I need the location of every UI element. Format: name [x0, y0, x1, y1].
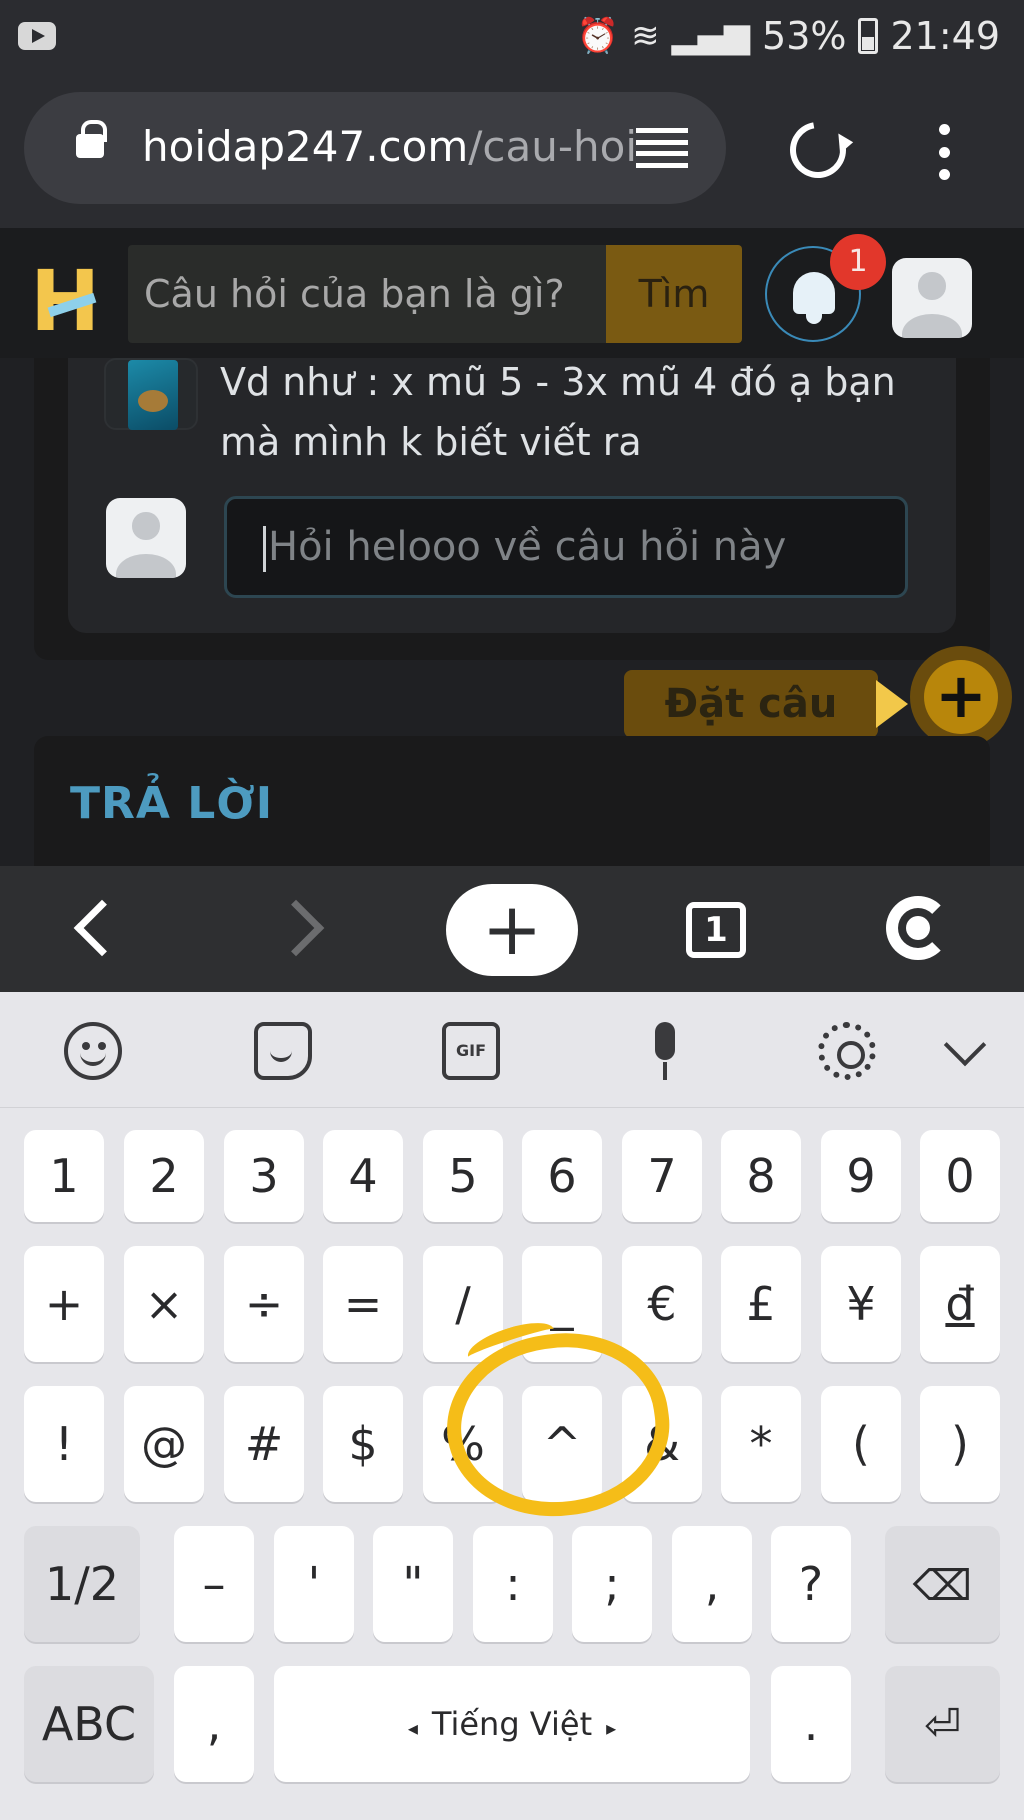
language-left-icon: ◂ [407, 1716, 418, 1740]
signal-icon: ▂▄▆ [671, 16, 751, 56]
keyboard-toolbar: GIF [0, 992, 1024, 1108]
browser-menu-icon[interactable] [886, 896, 956, 962]
comment-input-placeholder: Hỏi helooo về câu hỏi này [268, 524, 787, 570]
browser-bottom-bar: + 1 [0, 866, 1024, 992]
status-right: ⏰ ≋ ▂▄▆ 53% 21:49 [577, 12, 1000, 60]
key-pound[interactable]: £ [721, 1246, 801, 1362]
comma-key[interactable]: , [174, 1666, 254, 1782]
key-exclamation[interactable]: ! [24, 1386, 104, 1502]
key-9[interactable]: 9 [821, 1130, 901, 1222]
emoji-icon[interactable] [64, 1022, 122, 1080]
forward-icon[interactable] [267, 899, 325, 957]
enter-icon: ⏎ [924, 1700, 961, 1751]
key-0[interactable]: 0 [920, 1130, 1000, 1222]
key-dong[interactable]: đ [920, 1246, 1000, 1362]
key-page-toggle[interactable]: 1/2 [24, 1526, 140, 1642]
key-dollar[interactable]: $ [323, 1386, 403, 1502]
notification-badge: 1 [830, 234, 886, 290]
ask-label-arrow [876, 680, 908, 728]
enter-key[interactable]: ⏎ [885, 1666, 1000, 1782]
key-close-paren[interactable]: ) [920, 1386, 1000, 1502]
new-tab-button[interactable]: + [446, 884, 578, 976]
key-question[interactable]: ? [771, 1526, 851, 1642]
person-icon [132, 512, 160, 540]
microphone-icon[interactable] [638, 1022, 696, 1080]
reader-mode-icon[interactable] [636, 128, 688, 168]
key-equals[interactable]: = [323, 1246, 403, 1362]
key-multiply[interactable]: × [124, 1246, 204, 1362]
site-header: H Câu hỏi của bạn là gì? Tìm 1 [0, 228, 1024, 358]
person-icon [918, 272, 946, 300]
comment-text: Vd như : x mũ 5 - 3x mũ 4 đó ạ bạn mà mì… [220, 358, 940, 472]
text-cursor [263, 526, 266, 572]
collapse-keyboard-icon[interactable] [943, 1023, 987, 1067]
key-euro[interactable]: € [622, 1246, 702, 1362]
key-apostrophe[interactable]: ' [274, 1526, 354, 1642]
key-5[interactable]: 5 [423, 1130, 503, 1222]
reload-icon[interactable] [779, 111, 857, 189]
answers-heading: TRẢ LỜI [70, 778, 274, 829]
battery-percent: 53% [762, 14, 847, 58]
wifi-icon: ≋ [631, 16, 660, 56]
bell-icon [793, 272, 835, 324]
gif-icon[interactable]: GIF [442, 1022, 500, 1080]
plus-icon: + [924, 660, 998, 734]
period-key[interactable]: . [771, 1666, 851, 1782]
battery-icon [858, 18, 879, 54]
ask-question-button[interactable]: + [910, 646, 1012, 748]
comment-line-1: Vd như : x mũ 5 - 3x mũ 4 đó ạ bạn [220, 360, 896, 404]
comment-input[interactable]: Hỏi helooo về câu hỏi này [224, 496, 908, 598]
clock: 21:49 [890, 14, 1000, 58]
key-quote[interactable]: " [373, 1526, 453, 1642]
key-8[interactable]: 8 [721, 1130, 801, 1222]
key-4[interactable]: 4 [323, 1130, 403, 1222]
key-comma-alt[interactable]: , [672, 1526, 752, 1642]
status-bar: ⏰ ≋ ▂▄▆ 53% 21:49 [0, 0, 1024, 72]
key-at[interactable]: @ [124, 1386, 204, 1502]
lock-icon[interactable] [76, 120, 107, 158]
backspace-icon: ⌫ [912, 1561, 973, 1610]
turtle-avatar-image [128, 360, 178, 430]
alarm-icon: ⏰ [576, 16, 620, 56]
page-content: Vd như : x mũ 5 - 3x mũ 4 đó ạ bạn mà mì… [0, 358, 1024, 866]
space-key[interactable]: ◂ Tiếng Việt ▸ [274, 1666, 750, 1782]
settings-icon[interactable] [818, 1022, 876, 1080]
url-text[interactable]: hoidap247.com/cau-hoi [142, 122, 647, 174]
key-7[interactable]: 7 [622, 1130, 702, 1222]
commenter-avatar[interactable] [104, 358, 198, 430]
key-divide[interactable]: ÷ [224, 1246, 304, 1362]
key-3[interactable]: 3 [224, 1130, 304, 1222]
key-open-paren[interactable]: ( [821, 1386, 901, 1502]
space-label: Tiếng Việt [431, 1705, 593, 1743]
my-avatar [106, 498, 186, 578]
ask-question-label[interactable]: Đặt câu hỏi [624, 670, 878, 795]
url-domain: hoidap247.com [142, 122, 469, 171]
key-1[interactable]: 1 [24, 1130, 104, 1222]
url-path: /cau-hoi [468, 122, 638, 171]
site-search-input[interactable]: Câu hỏi của bạn là gì? [128, 245, 606, 343]
more-menu-icon[interactable] [936, 124, 952, 180]
user-avatar[interactable] [892, 258, 972, 338]
key-plus[interactable]: + [24, 1246, 104, 1362]
key-dash[interactable]: – [174, 1526, 254, 1642]
key-6[interactable]: 6 [522, 1130, 602, 1222]
site-search-button[interactable]: Tìm [606, 245, 742, 343]
language-right-icon: ▸ [606, 1716, 617, 1740]
key-semicolon[interactable]: ; [572, 1526, 652, 1642]
abc-key[interactable]: ABC [24, 1666, 154, 1782]
site-logo[interactable]: H [30, 259, 100, 343]
key-colon[interactable]: : [473, 1526, 553, 1642]
back-icon[interactable] [73, 899, 131, 957]
sticker-icon[interactable] [254, 1022, 312, 1080]
key-yen[interactable]: ¥ [821, 1246, 901, 1362]
browser-toolbar: hoidap247.com/cau-hoi [0, 72, 1024, 228]
youtube-notification-icon [18, 22, 56, 50]
key-hash[interactable]: # [224, 1386, 304, 1502]
comment-line-2: mà mình k biết viết ra [220, 420, 642, 464]
tab-switcher-button[interactable]: 1 [686, 902, 746, 958]
key-asterisk[interactable]: * [721, 1386, 801, 1502]
key-2[interactable]: 2 [124, 1130, 204, 1222]
backspace-key[interactable]: ⌫ [885, 1526, 1000, 1642]
address-bar[interactable]: hoidap247.com/cau-hoi [24, 92, 726, 204]
